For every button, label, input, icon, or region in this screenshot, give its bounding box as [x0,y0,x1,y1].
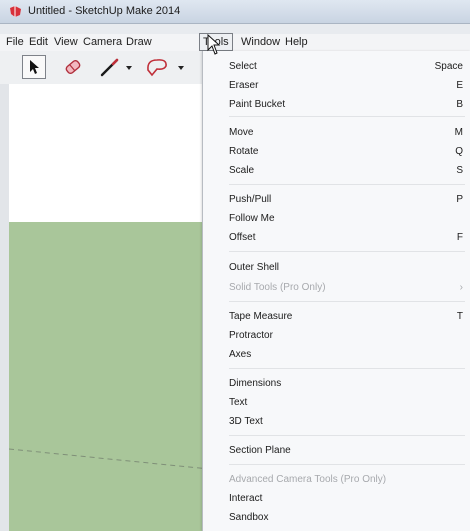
shortcut-rotate: Q [455,146,463,157]
menu-item-advanced-camera-tools: Advanced Camera Tools (Pro Only) [229,474,387,485]
menu-item-sandbox[interactable]: Sandbox [229,512,268,523]
menu-item-solid-tools: Solid Tools (Pro Only) [229,282,326,293]
viewport-sky[interactable] [9,84,219,222]
menu-item-text[interactable]: Text [229,397,247,408]
mouse-pointer-icon [207,34,221,55]
menu-separator [229,464,465,465]
tools-menu-dropdown: Select Space Eraser E Paint Bucket B Mov… [202,51,470,531]
getting-started-toolbar [0,51,210,84]
menu-window[interactable]: Window [241,34,280,51]
shape-icon [147,59,167,77]
menu-separator [229,184,465,185]
shortcut-move: M [454,127,463,138]
menu-separator [229,301,465,302]
shortcut-scale: S [456,165,463,176]
menu-draw[interactable]: Draw [126,34,152,51]
shape-tool-dropdown-caret[interactable] [178,66,184,70]
menu-help[interactable]: Help [285,34,308,51]
left-edge-panel [0,84,9,531]
shortcut-paint-bucket: B [456,99,463,110]
menu-item-section-plane[interactable]: Section Plane [229,445,291,456]
eraser-tool-button[interactable] [60,55,86,79]
menu-item-outer-shell[interactable]: Outer Shell [229,262,279,273]
menu-item-tape-measure[interactable]: Tape Measure [229,311,292,322]
shortcut-push-pull: P [456,194,463,205]
viewport-ground[interactable] [9,222,219,531]
menu-file[interactable]: File [6,34,24,51]
menu-item-scale[interactable]: Scale [229,165,254,176]
shape-tool-button[interactable] [144,55,172,79]
menu-item-eraser[interactable]: Eraser [229,80,258,91]
menu-item-protractor[interactable]: Protractor [229,330,273,341]
menu-separator [229,116,465,117]
menu-item-rotate[interactable]: Rotate [229,146,258,157]
menu-item-select[interactable]: Select [229,61,257,72]
menu-edit[interactable]: Edit [29,34,48,51]
menu-item-follow-me[interactable]: Follow Me [229,213,275,224]
menu-camera[interactable]: Camera [83,34,122,51]
menu-item-move[interactable]: Move [229,127,253,138]
sketchup-logo-icon [10,6,21,17]
menu-item-3d-text[interactable]: 3D Text [229,416,263,427]
ground-axis-line [9,448,219,471]
submenu-arrow-icon: › [459,282,463,293]
menu-bar: File Edit View Camera Draw Tools Window … [0,33,470,51]
menu-item-offset[interactable]: Offset [229,232,256,243]
title-bar: Untitled - SketchUp Make 2014 [0,0,470,24]
line-tool-dropdown-caret[interactable] [126,66,132,70]
menu-item-dimensions[interactable]: Dimensions [229,378,281,389]
window-title: Untitled - SketchUp Make 2014 [28,5,181,17]
menu-item-push-pull[interactable]: Push/Pull [229,194,271,205]
menu-item-axes[interactable]: Axes [229,349,251,360]
shortcut-tape-measure: T [456,311,463,322]
select-arrow-icon [30,60,39,74]
select-tool-button[interactable] [22,55,46,79]
menu-view[interactable]: View [54,34,78,51]
shortcut-eraser: E [456,80,463,91]
menu-separator [229,368,465,369]
eraser-icon [65,59,81,75]
shortcut-select: Space [434,61,463,72]
menu-separator [229,251,465,252]
menu-item-interact[interactable]: Interact [229,493,262,504]
menu-separator [229,435,465,436]
shortcut-offset: F [456,232,463,243]
pencil-line-icon [100,58,119,77]
menu-item-paint-bucket[interactable]: Paint Bucket [229,99,285,110]
line-tool-button[interactable] [98,55,122,79]
